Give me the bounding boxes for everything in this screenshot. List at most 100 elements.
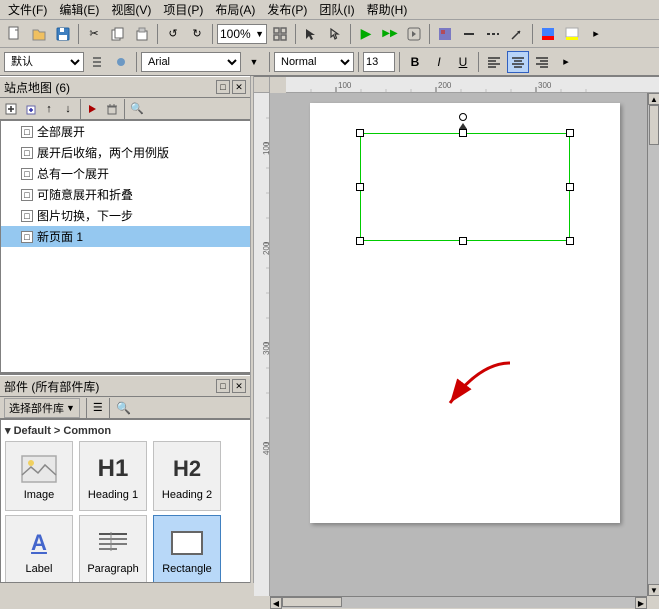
underline-button[interactable]: U <box>452 51 474 73</box>
paste-button[interactable] <box>131 23 153 45</box>
components-panel: 部件 (所有部件库) □ ✕ 选择部件库 ▼ ☰ 🔍 ▾ Default > C… <box>0 373 250 583</box>
handle-tl[interactable] <box>356 129 364 137</box>
cursor2-button[interactable] <box>324 23 346 45</box>
sitemap-add-child-btn[interactable] <box>21 100 39 118</box>
scrollbar-thumb[interactable] <box>649 105 659 145</box>
new-button[interactable] <box>4 23 26 45</box>
components-expand-btn[interactable]: □ <box>216 379 230 393</box>
handle-bl[interactable] <box>356 237 364 245</box>
more-button[interactable]: ▸ <box>585 23 607 45</box>
components-menu-icon[interactable]: ☰ <box>93 401 103 414</box>
line-button[interactable] <box>458 23 480 45</box>
selected-rectangle[interactable] <box>360 133 570 241</box>
arrow-button[interactable] <box>506 23 528 45</box>
sitemap-search-btn[interactable]: 🔍 <box>128 100 146 118</box>
sitemap-arrow-btn[interactable] <box>84 100 102 118</box>
menu-edit[interactable]: 编辑(E) <box>55 1 103 18</box>
scrollbar-horizontal[interactable]: ◀ ▶ <box>270 596 647 608</box>
font-style-dropdown[interactable]: Normal <box>274 52 354 72</box>
cut-button[interactable]: ✂ <box>83 23 105 45</box>
menu-layout[interactable]: 布局(A) <box>211 1 259 18</box>
components-close-btn[interactable]: ✕ <box>232 379 246 393</box>
separator <box>80 99 81 119</box>
components-content: ▾ Default > Common Image H1 <box>0 419 250 583</box>
sitemap-add-btn[interactable] <box>2 100 20 118</box>
sitemap-item[interactable]: □ 总有一个展开 <box>1 163 250 184</box>
menu-team[interactable]: 团队(I) <box>315 1 358 18</box>
redo-button[interactable]: ↻ <box>186 23 208 45</box>
font-dropdown-btn[interactable]: ▼ <box>243 51 265 73</box>
scrollbar-h-thumb[interactable] <box>282 597 342 607</box>
component-heading1-label: Heading 1 <box>88 489 138 501</box>
sitemap-down-btn[interactable]: ↓ <box>59 100 77 118</box>
style-button[interactable] <box>434 23 456 45</box>
menu-publish[interactable]: 发布(P) <box>263 1 311 18</box>
save-button[interactable] <box>52 23 74 45</box>
menu-view[interactable]: 视图(V) <box>107 1 155 18</box>
handle-tm[interactable] <box>459 129 467 137</box>
handle-rotate[interactable] <box>459 113 467 121</box>
zoom-dropdown-icon[interactable]: ▼ <box>255 29 264 39</box>
fill-button[interactable] <box>561 23 583 45</box>
sitemap-item[interactable]: □ 可随意展开和折叠 <box>1 184 250 205</box>
sitemap-up-btn[interactable]: ↑ <box>40 100 58 118</box>
menu-file[interactable]: 文件(F) <box>4 1 51 18</box>
sitemap-item-selected[interactable]: □ 新页面 1 <box>1 226 250 247</box>
handle-bm[interactable] <box>459 237 467 245</box>
sitemap-item[interactable]: □ 全部展开 <box>1 121 250 142</box>
italic-button[interactable]: I <box>428 51 450 73</box>
page-icon: □ <box>21 126 33 138</box>
handle-ml[interactable] <box>356 183 364 191</box>
style-icon-btn[interactable] <box>110 51 132 73</box>
align-right-button[interactable] <box>531 51 553 73</box>
scrollbar-left-btn[interactable]: ◀ <box>270 597 282 609</box>
undo-button[interactable]: ↺ <box>162 23 184 45</box>
menu-help[interactable]: 帮助(H) <box>363 1 412 18</box>
open-button[interactable] <box>28 23 50 45</box>
scrollbar-down-btn[interactable]: ▼ <box>648 584 659 596</box>
font-family-dropdown[interactable]: Arial <box>141 52 241 72</box>
zoom-box[interactable]: 100% ▼ <box>217 24 267 44</box>
component-item-paragraph[interactable]: Paragraph <box>79 515 147 583</box>
canvas-drawing-area[interactable] <box>270 93 647 596</box>
more-format-button[interactable]: ▸ <box>555 51 577 73</box>
align-center-button[interactable] <box>507 51 529 73</box>
component-item-heading1[interactable]: H1 Heading 1 <box>79 441 147 511</box>
scrollbar-right-btn[interactable]: ▶ <box>635 597 647 609</box>
style-menu-btn[interactable] <box>86 51 108 73</box>
component-item-rectangle[interactable]: Rectangle <box>153 515 221 583</box>
sitemap-close-btn[interactable]: ✕ <box>232 80 246 94</box>
separator <box>136 52 137 72</box>
scrollbar-vertical[interactable]: ▲ ▼ <box>647 93 659 596</box>
preview3-button[interactable] <box>403 23 425 45</box>
bold-button[interactable]: B <box>404 51 426 73</box>
copy-button[interactable] <box>107 23 129 45</box>
style-dropdown[interactable]: 默认 <box>4 52 84 72</box>
dash-button[interactable] <box>482 23 504 45</box>
handle-tr[interactable] <box>566 129 574 137</box>
handle-mr[interactable] <box>566 183 574 191</box>
font-size-input[interactable]: 13 <box>363 52 395 72</box>
color1-button[interactable] <box>537 23 559 45</box>
component-item-heading2[interactable]: H2 Heading 2 <box>153 441 221 511</box>
preview2-button[interactable]: ▶▶ <box>379 23 401 45</box>
sitemap-item-label: 图片切换，下一步 <box>37 207 133 224</box>
sitemap-item[interactable]: □ 展开后收缩，两个用例版 <box>1 142 250 163</box>
handle-br[interactable] <box>566 237 574 245</box>
sitemap-item[interactable]: □ 图片切换，下一步 <box>1 205 250 226</box>
component-rectangle-label: Rectangle <box>162 563 212 575</box>
preview-button[interactable]: ▶ <box>355 23 377 45</box>
menu-project[interactable]: 项目(P) <box>159 1 207 18</box>
sitemap-delete-btn[interactable] <box>103 100 121 118</box>
scrollbar-up-btn[interactable]: ▲ <box>648 93 659 105</box>
component-label-label: Label <box>26 563 53 575</box>
components-search-btn[interactable]: 🔍 <box>116 400 132 416</box>
zoom-fit-button[interactable] <box>269 23 291 45</box>
library-select-btn[interactable]: 选择部件库 ▼ <box>4 398 80 418</box>
cursor-button[interactable] <box>300 23 322 45</box>
component-item-label[interactable]: A Label <box>5 515 73 583</box>
align-left-button[interactable] <box>483 51 505 73</box>
component-item-image[interactable]: Image <box>5 441 73 511</box>
separator <box>358 52 359 72</box>
sitemap-expand-btn[interactable]: □ <box>216 80 230 94</box>
